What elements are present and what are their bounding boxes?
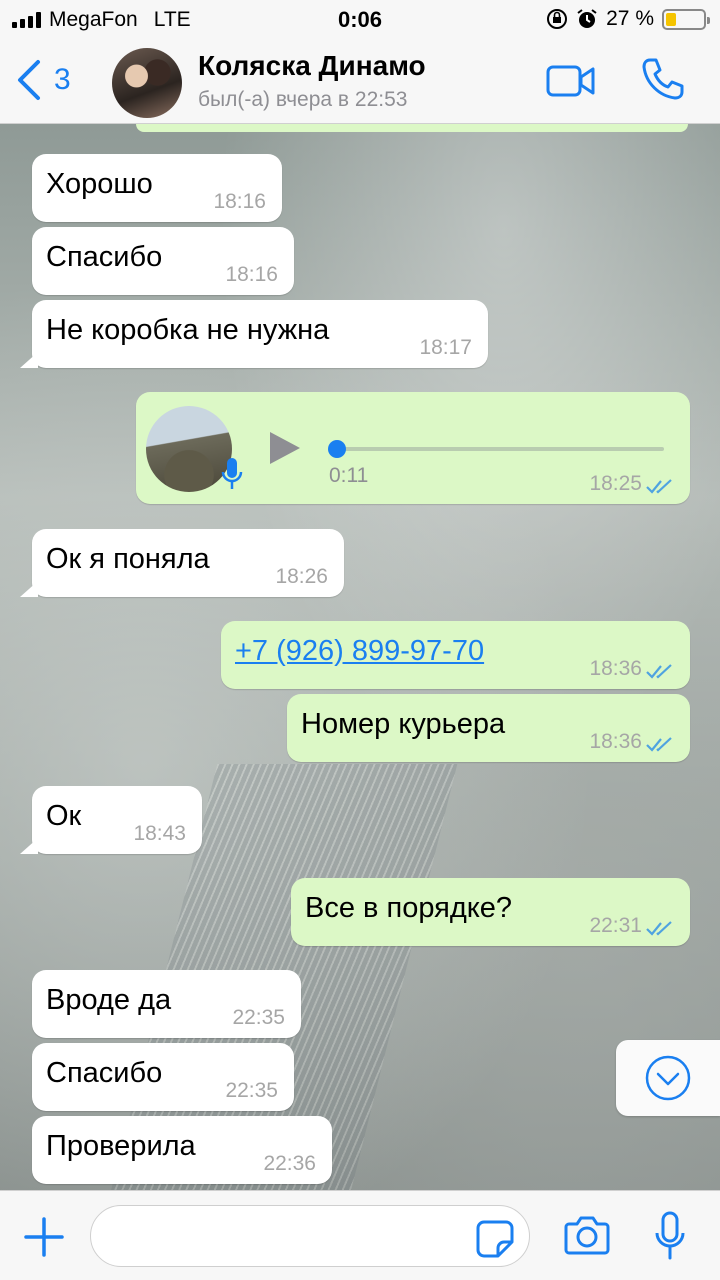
voice-message-outgoing[interactable]: 0:11 18:25	[136, 392, 690, 504]
message-time: 18:36	[589, 657, 642, 680]
composer-bar	[0, 1190, 720, 1280]
video-camera-icon[interactable]	[546, 64, 596, 98]
battery-icon	[662, 8, 710, 30]
microphone-icon[interactable]	[654, 1211, 686, 1261]
scroll-to-bottom-button[interactable]	[616, 1040, 720, 1116]
message-time: 18:16	[213, 190, 266, 213]
message-time: 22:35	[225, 1079, 278, 1102]
battery-percent: 27 %	[606, 7, 654, 30]
message-text: Ок	[46, 800, 82, 832]
orientation-lock-icon	[547, 9, 568, 29]
message-incoming[interactable]: Спасибо 18:16	[32, 227, 294, 295]
message-text: Ок я поняла	[46, 543, 210, 575]
battery-level	[666, 12, 676, 26]
last-seen: был(-а) вчера в 22:53	[198, 88, 408, 111]
status-right: 27 %	[546, 7, 710, 31]
phone-icon[interactable]	[640, 56, 686, 102]
message-incoming[interactable]: Хорошо 18:16	[32, 154, 282, 222]
message-time: 18:43	[133, 822, 186, 845]
double-check-icon	[646, 737, 672, 752]
message-text: Проверила	[46, 1130, 196, 1162]
contact-name[interactable]: Коляска Динамо	[198, 50, 426, 82]
message-incoming[interactable]: Спасибо 22:35	[32, 1043, 294, 1111]
previous-message-edge	[136, 124, 688, 132]
message-incoming[interactable]: Ок я поняла 18:26	[20, 529, 344, 597]
double-check-icon	[646, 921, 672, 936]
phone-number-link[interactable]: +7 (926) 899-97-70	[235, 635, 484, 668]
chevron-left-icon	[18, 60, 40, 100]
double-check-icon	[646, 664, 672, 679]
alarm-icon	[577, 9, 597, 28]
message-incoming[interactable]: Проверила 22:36	[32, 1116, 332, 1184]
message-time: 18:25	[589, 472, 642, 495]
camera-icon[interactable]	[564, 1215, 610, 1255]
message-text: Хорошо	[46, 168, 153, 200]
sticker-icon[interactable]	[476, 1220, 514, 1258]
message-text: Не коробка не нужна	[46, 314, 330, 346]
message-time: 18:16	[225, 263, 278, 286]
voice-progress-track[interactable]	[328, 440, 664, 458]
status-bar: MegaFon LTE 0:06 27 %	[0, 0, 720, 40]
message-time: 18:36	[589, 730, 642, 753]
chat-header: 3 Коляска Динамо был(-а) вчера в 22:53	[0, 40, 720, 124]
message-incoming[interactable]: Не коробка не нужна 18:17	[20, 300, 488, 368]
message-time: 22:31	[589, 914, 642, 937]
play-icon[interactable]	[268, 430, 302, 466]
message-incoming[interactable]: Вроде да 22:35	[32, 970, 301, 1038]
message-time: 18:26	[275, 565, 328, 588]
message-time: 22:36	[263, 1152, 316, 1175]
message-outgoing[interactable]: Все в порядке? 22:31	[291, 878, 690, 946]
avatar[interactable]	[112, 48, 182, 118]
message-text: Спасибо	[46, 241, 163, 273]
voice-duration: 0:11	[329, 464, 369, 487]
message-time: 22:35	[232, 1006, 285, 1029]
message-text: Спасибо	[46, 1057, 163, 1089]
microphone-icon	[221, 458, 243, 489]
message-outgoing[interactable]: Номер курьера 18:36	[287, 694, 690, 762]
message-time: 18:17	[419, 336, 472, 359]
message-text: Номер курьера	[301, 708, 506, 740]
chevron-down-circle-icon	[645, 1055, 691, 1101]
message-text: Все в порядке?	[305, 892, 513, 924]
chat-area[interactable]: Хорошо 18:16 Спасибо 18:16 Не коробка не…	[0, 124, 720, 1190]
voice-progress-handle[interactable]	[328, 440, 346, 458]
message-outgoing[interactable]: +7 (926) 899-97-70 18:36	[221, 621, 690, 689]
plus-icon[interactable]	[24, 1217, 64, 1257]
message-text: Вроде да	[46, 984, 172, 1016]
double-check-icon	[646, 479, 672, 494]
back-button[interactable]: 3	[14, 58, 71, 102]
message-input[interactable]	[90, 1205, 530, 1267]
message-incoming[interactable]: Ок 18:43	[20, 786, 202, 854]
unread-count: 3	[54, 63, 71, 96]
